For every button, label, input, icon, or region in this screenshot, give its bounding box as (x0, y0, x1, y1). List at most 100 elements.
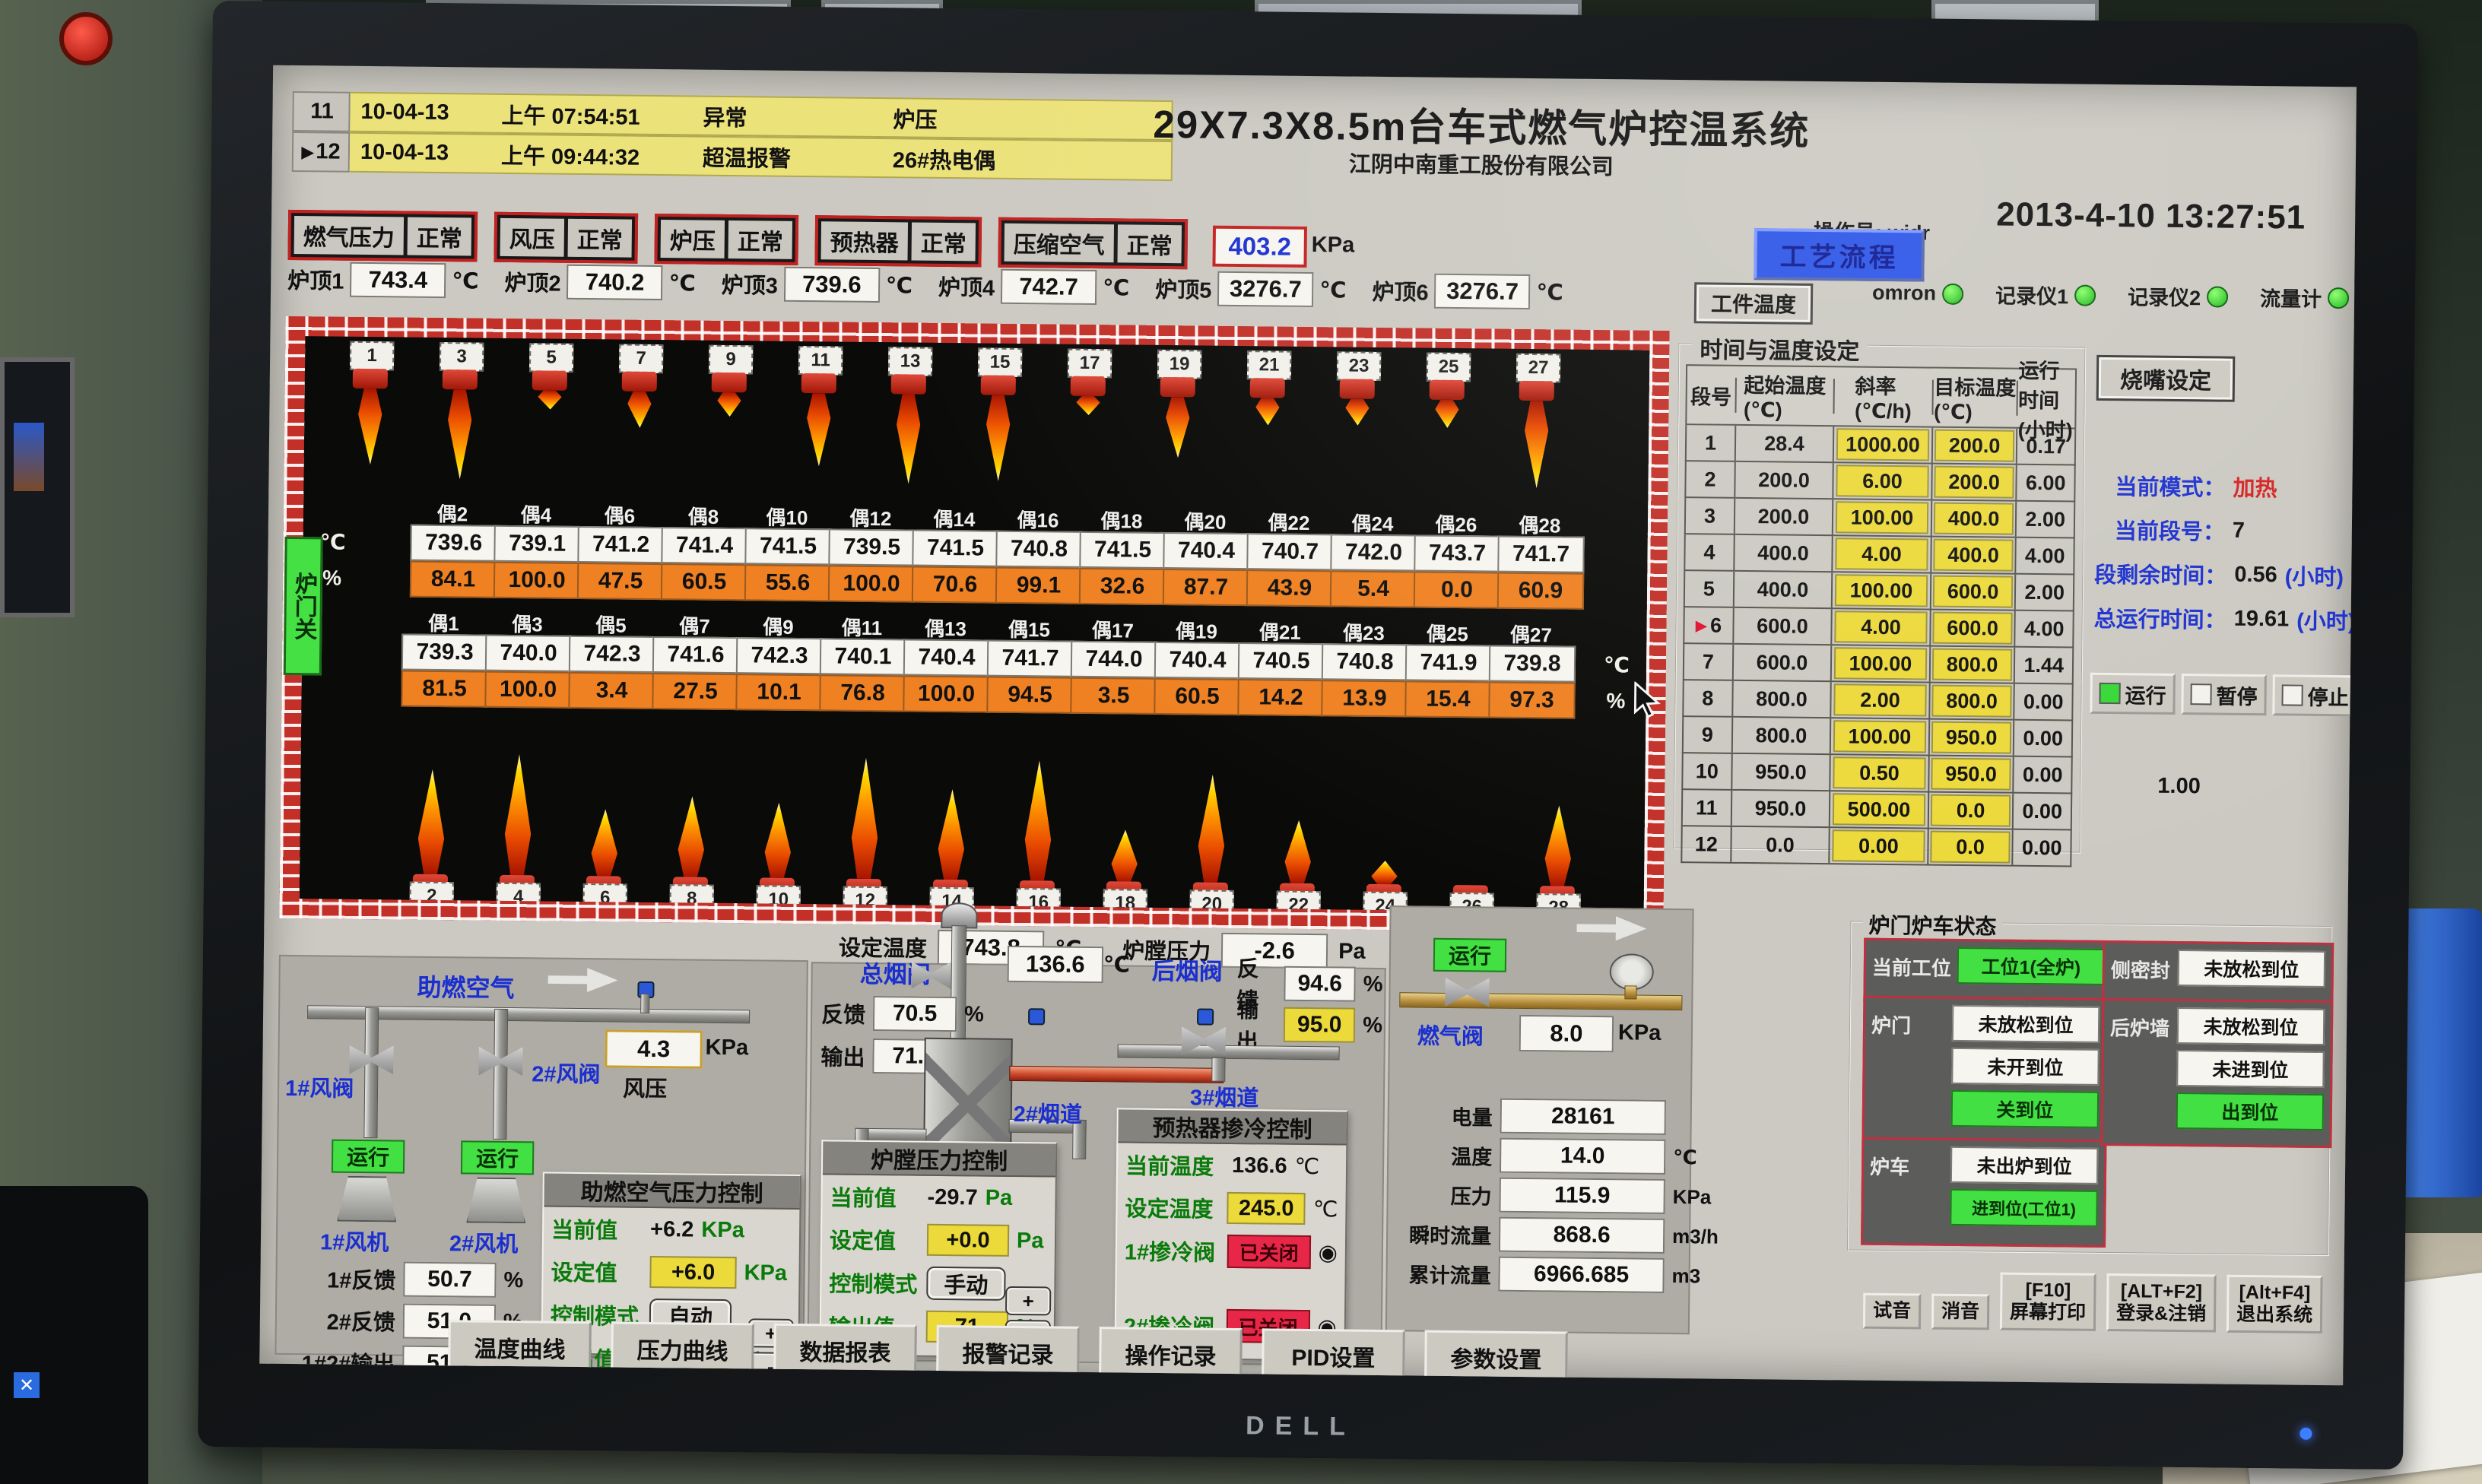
slope-input[interactable]: 6.00 (1836, 465, 1929, 497)
nav-button[interactable]: PID设置 (1262, 1328, 1405, 1383)
furnace-diagram: 1357911131517192123252724681012141618202… (279, 316, 1669, 933)
schedule-rows: 1 28.4 1000.00 200.0 0.17 2 200.0 6.00 2… (1681, 425, 2076, 867)
burner-nozzle-icon (1071, 376, 1106, 396)
air-branch-pipe-1 (363, 1007, 379, 1138)
roof-temp: 炉顶6 3276.7 ℃ (1372, 273, 1563, 310)
valve-actuator-icon[interactable]: ◉ (1318, 1239, 1338, 1266)
slope-input[interactable]: 100.00 (1836, 501, 1928, 534)
slope-input[interactable]: 500.00 (1833, 793, 1925, 826)
cur-temp-unit: ℃ (1294, 1153, 1319, 1179)
car-panel: 炉车 未出炉到位 进到位(工位1) (1861, 1137, 2106, 1248)
alarm-type: 超温报警 (703, 140, 893, 174)
door-state: 未放松到位 (1952, 1005, 2100, 1043)
total-label: 总运行时间： (2093, 601, 2226, 635)
system-button[interactable]: [Alt+F4] 退出系统 (2226, 1275, 2323, 1333)
target-temp-input[interactable]: 200.0 (1934, 466, 2014, 499)
process-flow-button[interactable]: 工艺流程 (1754, 228, 1925, 281)
slope-input[interactable]: 0.50 (1833, 756, 1926, 789)
thermocouple-temp: 740.0 (485, 635, 572, 672)
thermocouple-temp: 741.5 (1079, 531, 1166, 569)
target-temp-input[interactable]: 800.0 (1932, 648, 2012, 681)
nav-button[interactable]: 压力曲线 (611, 1321, 754, 1376)
gas-data-row: 瞬时流量 868.6 m3/h (1394, 1216, 1719, 1254)
target-temp-input[interactable]: 950.0 (1931, 721, 2011, 754)
system-button[interactable]: 试音 (1863, 1292, 1922, 1329)
target-temp-input[interactable]: 600.0 (1932, 612, 2012, 645)
slope-input[interactable]: 2.00 (1834, 683, 1927, 716)
target-temp-input[interactable]: 200.0 (1934, 430, 2014, 462)
system-button[interactable]: [F10] 屏幕打印 (2000, 1273, 2096, 1331)
system-button[interactable]: [ALT+F2] 登录&注销 (2106, 1273, 2217, 1332)
mode-button[interactable]: 手动 (926, 1267, 1005, 1301)
slope-input[interactable]: 1000.00 (1836, 428, 1929, 461)
door-label: 炉门 (1871, 1010, 1911, 1039)
percent-unit-label: % (322, 566, 341, 590)
workpiece-temp-button[interactable]: 工件温度 (1694, 282, 1814, 325)
thermocouple-output: 32.6 (1079, 568, 1166, 605)
pause-label: 暂停 (2216, 680, 2257, 710)
monitor-brand-logo: DELL (1246, 1411, 1356, 1442)
system-button[interactable]: 消音 (1931, 1293, 1990, 1330)
alarm-row[interactable]: ▶12 10-04-13 上午 09:44:32 超温报警 26#热电偶 (292, 132, 1173, 181)
nav-button[interactable]: 参数设置 (1424, 1330, 1568, 1385)
thermocouple-output: 55.6 (744, 564, 831, 601)
slope-input[interactable]: 100.00 (1835, 574, 1928, 607)
set-input[interactable]: +6.0 (649, 1256, 736, 1289)
target-temp-input[interactable]: 950.0 (1931, 758, 2011, 791)
alarm-type: 异常 (703, 100, 893, 134)
slope-input[interactable]: 4.00 (1836, 537, 1928, 570)
segment-number: 9 (1684, 717, 1733, 753)
target-temp-input[interactable]: 0.0 (1930, 831, 2010, 864)
rear-out-value: 95.0 (1284, 1007, 1355, 1043)
status-value: 正常 (912, 223, 976, 262)
burner-settings-button[interactable]: 烧嘴设定 (2096, 355, 2236, 402)
pause-button[interactable]: 暂停 (2181, 674, 2267, 715)
target-temp-input[interactable]: 600.0 (1933, 576, 2013, 608)
rear-valve-knob-icon (1197, 1008, 1214, 1025)
run-button[interactable]: 运行 (2090, 673, 2176, 715)
slope-input[interactable]: 0.00 (1833, 829, 1925, 862)
slope-input[interactable]: 100.00 (1833, 720, 1926, 753)
status-bar: 燃气压力 正常 风压 正常 炉压 正常 预热器 正常 压缩空气 正常 (287, 210, 1188, 269)
target-temp-input[interactable]: 400.0 (1934, 503, 2014, 535)
set-input[interactable]: +0.0 (927, 1224, 1009, 1257)
car-state: 未出炉到位 (1950, 1146, 2098, 1184)
preheat-cooling-control-panel: 预热器掺冷控制 当前温度136.6℃ 设定温度245.0℃ 1#掺冷阀已关闭◉ … (1114, 1108, 1347, 1361)
device-indicator: omron (1872, 281, 1963, 306)
slope-input[interactable]: 4.00 (1835, 610, 1928, 643)
increase-button[interactable]: + (1005, 1286, 1051, 1316)
nav-button[interactable]: 数据报表 (773, 1324, 917, 1378)
set-temp-input[interactable]: 245.0 (1227, 1192, 1306, 1225)
nav-button[interactable]: 操作记录 (1099, 1327, 1243, 1381)
burner-number: 25 (1427, 353, 1471, 382)
button-label: 试音 (1873, 1300, 1911, 1322)
thermocouple-output: 47.5 (577, 563, 664, 600)
target-temp-input[interactable]: 0.0 (1931, 794, 2011, 827)
nav-button[interactable]: 报警记录 (936, 1325, 1080, 1380)
thermocouple-output: 99.1 (995, 567, 1082, 604)
status-indicator: 压缩空气 正常 (998, 217, 1188, 270)
gas-pressure-unit: KPa (1312, 233, 1355, 258)
nav-button[interactable]: 温度曲线 (448, 1320, 592, 1375)
button-label: 退出系统 (2236, 1304, 2312, 1327)
remain-label: 段剩余时间： (2094, 557, 2226, 591)
fb-unit: % (964, 1002, 984, 1027)
thermocouple-output: 100.0 (494, 562, 580, 599)
power-led-icon[interactable] (2300, 1428, 2312, 1440)
mode-label: 当前模式： (2115, 469, 2225, 503)
start-temp: 800.0 (1733, 681, 1832, 717)
thermocouple-output: 87.7 (1163, 569, 1249, 606)
target-temp-input[interactable]: 400.0 (1933, 539, 2013, 572)
status-value: 正常 (728, 220, 793, 259)
seal-state: 未放松到位 (2178, 950, 2325, 988)
slope-input[interactable]: 100.00 (1834, 647, 1927, 680)
thermocouple-temp: 741.4 (661, 527, 747, 564)
stop-button[interactable]: 停止 (2272, 674, 2357, 716)
gas-data-unit: m3/h (1672, 1225, 1719, 1249)
alarm-date: 10-04-13 (350, 140, 501, 166)
gas-pressure-value: 403.2 (1212, 226, 1307, 268)
percent-unit-label: % (1606, 689, 1625, 713)
nav-buttons: 温度曲线压力曲线数据报表报警记录操作记录 PID设置参数设置 (448, 1320, 1568, 1384)
target-temp-input[interactable]: 800.0 (1931, 685, 2011, 718)
combustion-air-label: 助燃空气 (417, 969, 514, 1004)
